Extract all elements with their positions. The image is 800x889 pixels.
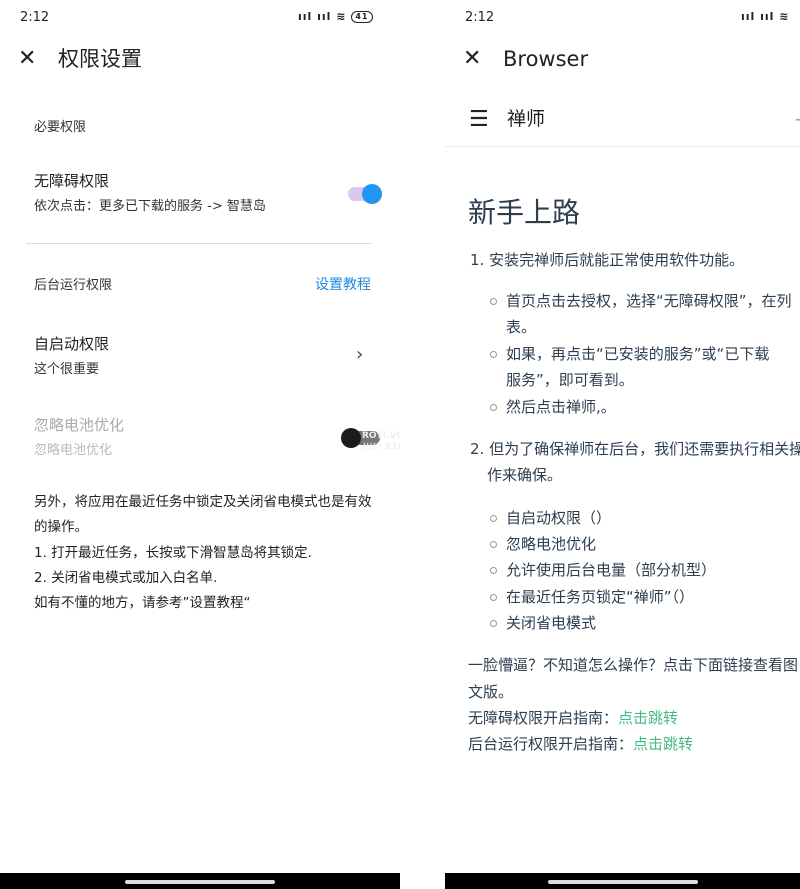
battery-opt-title: 忽略电池优化: [34, 416, 125, 434]
list-item: 关闭省电模式: [490, 616, 596, 631]
step-1: 1. 安装完禅师后就能正常使用软件功能。: [470, 251, 745, 269]
divider: [445, 146, 800, 147]
wifi-icon: ≋: [336, 10, 347, 23]
divider: [26, 243, 372, 244]
menu-icon[interactable]: ☰: [469, 109, 489, 131]
bullet-icon: [490, 515, 497, 522]
home-indicator[interactable]: [125, 880, 275, 884]
note-line: 2. 关闭省电模式或加入白名单.: [34, 570, 218, 586]
plus-icon[interactable]: +: [794, 112, 800, 128]
list-item-cont: 服务”，即可看到。: [506, 371, 634, 389]
bullet-icon: [490, 594, 497, 601]
bullet-icon: [490, 541, 497, 548]
list-item: 如果，再点击“已安装的服务”或“已下载: [490, 347, 769, 362]
list-item: 自启动权限（）: [490, 511, 611, 526]
section-background: 后台运行权限: [34, 278, 113, 293]
section-required: 必要权限: [34, 120, 87, 135]
close-icon[interactable]: ✕: [463, 48, 481, 70]
note-line: 的操作。: [34, 519, 88, 535]
note-line: 如有不懂的地方，请参考”设置教程“: [34, 595, 251, 611]
autostart-subtitle: 这个很重要: [34, 362, 100, 377]
guide-background-link[interactable]: 点击跳转: [633, 735, 693, 753]
note-line: 另外，将应用在最近任务中锁定及关闭省电模式也是有效: [34, 494, 372, 510]
bullet-icon: [490, 351, 497, 358]
accessibility-title: 无障碍权限: [34, 172, 110, 190]
list-item: 然后点击禅师,。: [490, 400, 616, 415]
navigation-bar: [0, 873, 400, 889]
chevron-right-icon: ›: [356, 344, 364, 365]
list-item: 首页点击去授权，选择“无障碍权限”，在列: [490, 294, 792, 309]
step-2-cont: 作来确保。: [487, 466, 563, 484]
navigation-bar: [445, 873, 800, 889]
wifi-icon: ≋: [779, 10, 790, 23]
list-item: 允许使用后台电量（部分机型）: [490, 563, 716, 578]
list-item: 忽略电池优化: [490, 537, 596, 552]
accessibility-subtitle: 依次点击：更多已下载的服务 -> 智慧岛: [34, 199, 266, 214]
status-time: 2:12: [20, 10, 50, 25]
battery-icon: 41: [351, 11, 373, 23]
bullet-icon: [490, 620, 497, 627]
bullet-icon: [490, 567, 497, 574]
autostart-title: 自启动权限: [34, 335, 110, 353]
signal-icon: ııl ııl: [741, 10, 775, 23]
watermark: ROYI.VC //////// X1C.LA: [362, 431, 400, 452]
guide-background: 后台运行权限开启指南：点击跳转: [468, 735, 694, 753]
list-item-cont: 表。: [506, 318, 537, 336]
note-line: 1. 打开最近任务，长按或下滑智慧岛将其锁定.: [34, 545, 312, 561]
browser-screen: 2:12 ııl ııl ≋ ✕ Browser ☰ 禅师 + 新手上路 1. …: [445, 0, 800, 889]
guide-accessibility: 无障碍权限开启指南：点击跳转: [468, 709, 679, 727]
page-title: 权限设置: [58, 47, 142, 71]
bullet-icon: [490, 404, 497, 411]
status-icons: ııl ııl ≋: [741, 11, 790, 22]
status-time: 2:12: [465, 10, 495, 25]
tutorial-link[interactable]: 设置教程: [315, 278, 371, 292]
help-text: 一脸懵逼？不知道怎么操作？点击下面链接查看图: [468, 656, 799, 674]
battery-opt-subtitle: 忽略电池优化: [34, 443, 113, 458]
signal-icon: ııl ııl: [298, 10, 332, 23]
heading: 新手上路: [468, 196, 581, 229]
close-icon[interactable]: ✕: [18, 48, 36, 70]
step-2: 2. 但为了确保禅师在后台，我们还需要执行相关操: [470, 440, 800, 458]
home-indicator[interactable]: [547, 880, 698, 884]
permission-settings-screen: 2:12 ııl ııl ≋ 41 ✕ 权限设置 必要权限 无障碍权限 依次点击…: [0, 0, 400, 889]
status-icons: ııl ııl ≋ 41: [298, 11, 373, 23]
accessibility-toggle[interactable]: [348, 184, 382, 204]
guide-accessibility-link[interactable]: 点击跳转: [618, 709, 678, 727]
help-text-cont: 文版。: [468, 683, 514, 701]
browser-title: Browser: [503, 47, 589, 71]
bullet-icon: [490, 298, 497, 305]
site-title: 禅师: [507, 108, 546, 130]
list-item: 在最近任务页锁定“禅师”（）: [490, 590, 694, 605]
